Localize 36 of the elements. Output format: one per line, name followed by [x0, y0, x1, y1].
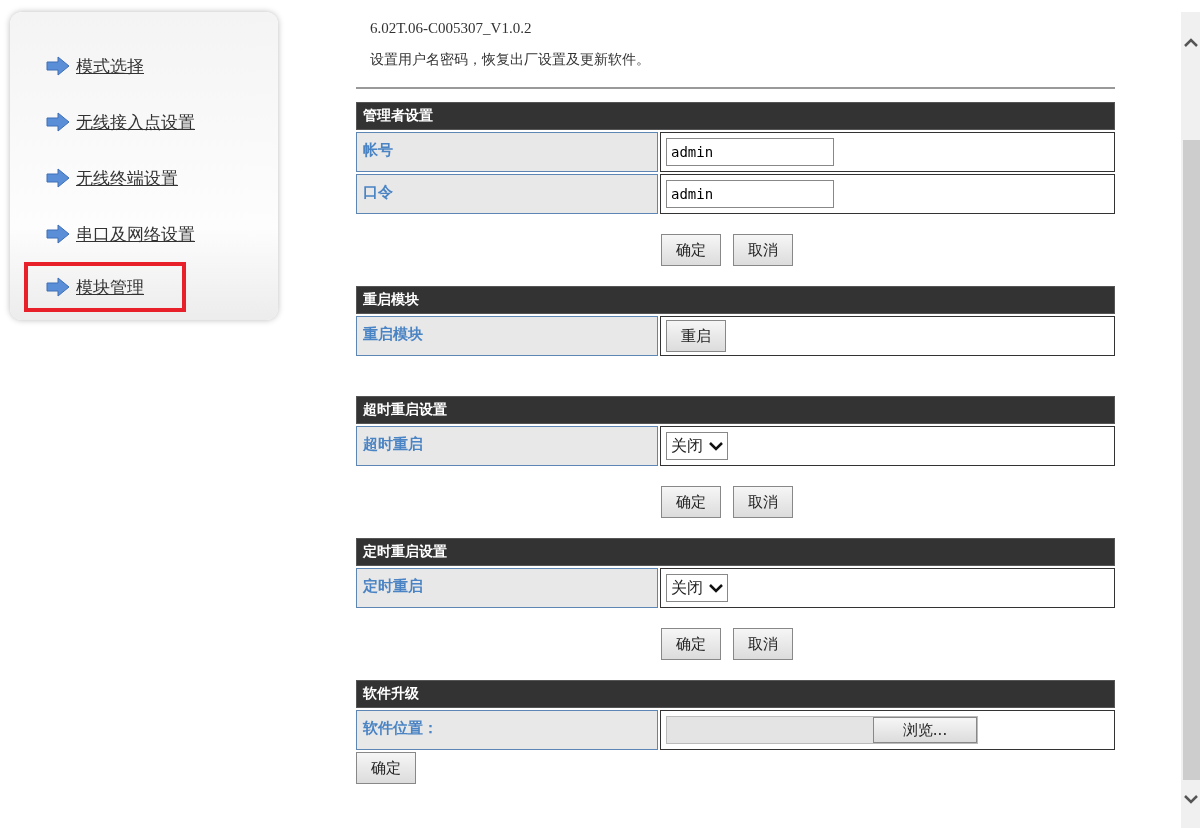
- arrow-icon: [46, 224, 70, 244]
- field-label: 帐号: [356, 132, 658, 172]
- chevron-down-icon: [709, 583, 723, 593]
- text-field[interactable]: admin: [666, 180, 834, 208]
- scroll-down-icon[interactable]: [1184, 794, 1198, 804]
- section-header: 管理者设置: [356, 102, 1115, 130]
- cancel-button[interactable]: 取消: [733, 234, 793, 266]
- chevron-down-icon: [709, 441, 723, 451]
- restart-button[interactable]: 重启: [666, 320, 726, 352]
- dropdown[interactable]: 关闭: [666, 574, 728, 602]
- section-header: 软件升级: [356, 680, 1115, 708]
- text-field[interactable]: admin: [666, 138, 834, 166]
- cancel-button[interactable]: 取消: [733, 628, 793, 660]
- field-label: 口令: [356, 174, 658, 214]
- arrow-icon: [46, 277, 70, 297]
- field-label: 重启模块: [356, 316, 658, 356]
- scroll-up-icon[interactable]: [1184, 38, 1198, 48]
- section-header: 超时重启设置: [356, 396, 1115, 424]
- arrow-icon: [46, 56, 70, 76]
- page-description: 设置用户名密码，恢复出厂设置及更新软件。: [370, 51, 651, 69]
- field-label: 超时重启: [356, 426, 658, 466]
- confirm-button[interactable]: 确定: [661, 628, 721, 660]
- arrow-icon: [46, 168, 70, 188]
- section-header: 定时重启设置: [356, 538, 1115, 566]
- confirm-button[interactable]: 确定: [356, 752, 416, 784]
- cancel-button[interactable]: 取消: [733, 486, 793, 518]
- version-text: 6.02T.06-C005307_V1.0.2: [370, 20, 533, 37]
- confirm-button[interactable]: 确定: [661, 234, 721, 266]
- dropdown[interactable]: 关闭: [666, 432, 728, 460]
- field-label: 软件位置：: [356, 710, 658, 750]
- file-field[interactable]: 浏览...: [666, 716, 978, 744]
- confirm-button[interactable]: 确定: [661, 486, 721, 518]
- field-label: 定时重启: [356, 568, 658, 608]
- browse-button[interactable]: 浏览...: [873, 717, 977, 743]
- arrow-icon: [46, 112, 70, 132]
- section-header: 重启模块: [356, 286, 1115, 314]
